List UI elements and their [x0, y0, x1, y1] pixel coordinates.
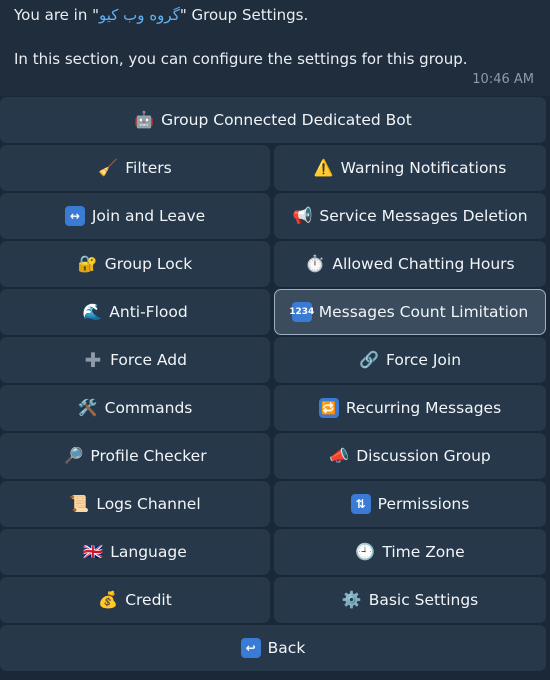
return-arrow-icon: ↩ [240, 638, 261, 658]
message-prefix: You are in " [14, 6, 99, 24]
message-suffix: " Group Settings. [179, 6, 309, 24]
filters-button[interactable]: 🧹 Filters [0, 145, 270, 191]
force-add-button[interactable]: ✚ Force Add [0, 337, 270, 383]
back-button[interactable]: ↩ Back [0, 625, 546, 671]
left-right-arrow-icon: ↔ [64, 206, 85, 226]
warning-notifications-label: Warning Notifications [340, 159, 507, 177]
clock-icon: 🕘 [355, 542, 376, 561]
allowed-chatting-hours-button[interactable]: ⏱️ Allowed Chatting Hours [274, 241, 546, 287]
plus-icon: ✚ [84, 348, 102, 372]
allowed-chatting-hours-label: Allowed Chatting Hours [332, 255, 515, 273]
language-button[interactable]: 🇬🇧 Language [0, 529, 270, 575]
magnifier-icon: 🔎 [63, 446, 84, 465]
logs-channel-button[interactable]: 📜 Logs Channel [0, 481, 270, 527]
messages-count-limitation-label: Messages Count Limitation [318, 303, 529, 321]
group-name: گروه وب کیو [99, 6, 180, 24]
sort-icon: ⇅ [350, 494, 371, 514]
numbers-input-icon: 1234 [289, 302, 314, 322]
permissions-label: Permissions [377, 495, 470, 513]
inline-keyboard: 🤖 Group Connected Dedicated Bot 🧹 Filter… [0, 97, 550, 680]
broom-icon: 🧹 [98, 158, 119, 177]
back-label: Back [267, 639, 306, 657]
logs-channel-label: Logs Channel [96, 495, 201, 513]
group-lock-label: Group Lock [104, 255, 193, 273]
force-join-label: Force Join [385, 351, 462, 369]
anti-flood-label: Anti-Flood [109, 303, 188, 321]
lock-with-key-icon: 🔐 [77, 254, 98, 273]
uk-flag-icon: 🇬🇧 [83, 542, 104, 561]
message-timestamp: 10:46 AM [472, 72, 534, 87]
message-line-1: You are in "گروه وب کیو" Group Settings. [14, 6, 308, 24]
join-and-leave-label: Join and Leave [91, 207, 206, 225]
commands-label: Commands [104, 399, 193, 417]
service-messages-deletion-label: Service Messages Deletion [319, 207, 528, 225]
discussion-group-button[interactable]: 📣 Discussion Group [274, 433, 546, 479]
discussion-group-label: Discussion Group [356, 447, 491, 465]
service-messages-deletion-button[interactable]: 📢 Service Messages Deletion [274, 193, 546, 239]
commands-button[interactable]: 🛠️ Commands [0, 385, 270, 431]
time-zone-button[interactable]: 🕘 Time Zone [274, 529, 546, 575]
warning-notifications-button[interactable]: ⚠️ Warning Notifications [274, 145, 546, 191]
basic-settings-button[interactable]: ⚙️ Basic Settings [274, 577, 546, 623]
dedicated-bot-button[interactable]: 🤖 Group Connected Dedicated Bot [0, 97, 546, 143]
permissions-button[interactable]: ⇅ Permissions [274, 481, 546, 527]
scroll-icon: 📜 [69, 494, 90, 513]
group-lock-button[interactable]: 🔐 Group Lock [0, 241, 270, 287]
basic-settings-label: Basic Settings [368, 591, 479, 609]
profile-checker-button[interactable]: 🔎 Profile Checker [0, 433, 270, 479]
link-icon: 🔗 [359, 350, 379, 369]
megaphone-icon: 📢 [292, 206, 313, 225]
anti-flood-button[interactable]: 🌊 Anti-Flood [0, 289, 270, 335]
language-label: Language [110, 543, 187, 561]
join-and-leave-button[interactable]: ↔ Join and Leave [0, 193, 270, 239]
credit-label: Credit [125, 591, 172, 609]
stopwatch-icon: ⏱️ [305, 254, 326, 273]
force-add-label: Force Add [110, 351, 187, 369]
money-bag-icon: 💰 [98, 590, 119, 609]
credit-button[interactable]: 💰 Credit [0, 577, 270, 623]
tools-icon: 🛠️ [77, 398, 98, 417]
force-join-button[interactable]: 🔗 Force Join [274, 337, 546, 383]
wave-icon: 🌊 [82, 302, 103, 321]
bot-message: You are in "گروه وب کیو" Group Settings.… [0, 0, 550, 96]
message-line-2: In this section, you can configure the s… [14, 50, 468, 68]
profile-checker-label: Profile Checker [90, 447, 207, 465]
filters-label: Filters [125, 159, 172, 177]
recurring-messages-button[interactable]: 🔁 Recurring Messages [274, 385, 546, 431]
messages-count-limitation-button[interactable]: 1234 Messages Count Limitation [274, 289, 546, 335]
megaphone-icon: 📣 [329, 446, 350, 465]
robot-icon: 🤖 [134, 110, 155, 129]
warning-icon: ⚠️ [313, 158, 334, 177]
recurring-messages-label: Recurring Messages [345, 399, 502, 417]
gear-icon: ⚙️ [341, 590, 362, 609]
dedicated-bot-label: Group Connected Dedicated Bot [161, 111, 412, 129]
time-zone-label: Time Zone [382, 543, 465, 561]
repeat-icon: 🔁 [318, 398, 339, 418]
